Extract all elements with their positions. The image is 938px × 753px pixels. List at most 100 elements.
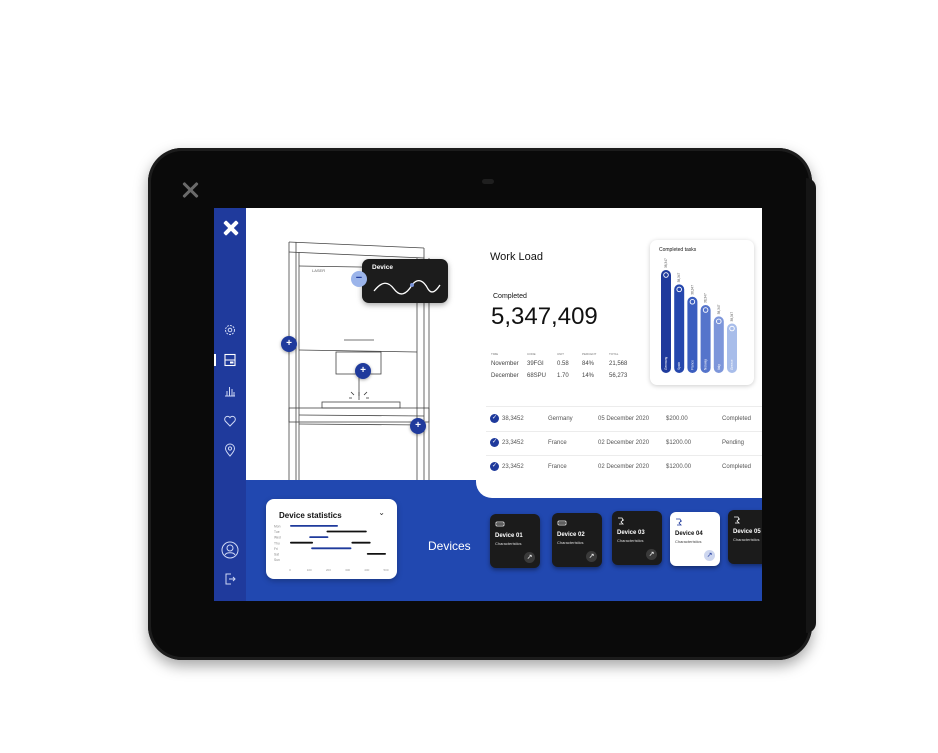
x-tick: 200	[326, 568, 331, 572]
cell: 14%	[582, 373, 595, 379]
heart-icon[interactable]	[223, 414, 237, 428]
hotspot-plus-button[interactable]: +	[410, 418, 426, 434]
bar-germany[interactable]: Germany 38,347	[661, 258, 671, 373]
device-name: Device 05	[733, 529, 761, 535]
x-tick: 0	[289, 568, 291, 572]
bar-label: Italy	[717, 364, 721, 370]
device-card[interactable]: Device 05Characteristics↗	[728, 510, 762, 564]
user-icon[interactable]	[221, 541, 239, 559]
cell-status: Completed	[722, 464, 752, 470]
day-label: Sat	[274, 553, 279, 557]
cell-amount: $1200.00	[666, 440, 692, 446]
completed-tasks-chart: Germany38,347Spain38,347France38,347Norw…	[661, 258, 737, 373]
x-tick: 100	[307, 568, 312, 572]
device-card[interactable]: Device 04 Characteristics ↗	[670, 512, 720, 566]
device-name: Device 01	[495, 533, 523, 539]
cell-date: 02 December 2020	[598, 440, 650, 446]
arrow-up-right-icon[interactable]: ↗	[646, 549, 657, 560]
cell: 0.58	[557, 361, 569, 367]
bar-norway[interactable]: Norway 38,347	[700, 293, 711, 373]
col-header: Code	[527, 352, 536, 356]
completed-tasks-card: Completed tasks Germany 38,347 Spain 38,347…	[650, 240, 754, 385]
zoom-out-button[interactable]: −	[351, 271, 367, 287]
arrow-up-right-icon[interactable]: ↗	[704, 550, 715, 561]
robot-arm-icon	[618, 517, 624, 525]
arrow-up-right-icon[interactable]: ↗	[524, 552, 535, 563]
cell-status: Completed	[722, 416, 752, 422]
bar-label: Greece	[730, 359, 734, 370]
col-header: Total	[609, 352, 619, 356]
location-pin-icon[interactable]	[223, 443, 237, 457]
bar-spain[interactable]: Spain 38,347	[674, 272, 685, 373]
cell-amount: $200.00	[666, 416, 688, 422]
devices-section-label: Devices	[428, 539, 471, 553]
day-label: Sun	[274, 558, 280, 562]
cell-id: 23,3452	[502, 440, 524, 446]
hotspot-plus-button[interactable]: +	[281, 336, 297, 352]
check-icon[interactable]: ✓	[490, 462, 499, 471]
close-icon[interactable]	[180, 180, 200, 200]
device-subtitle: Characteristics	[675, 539, 702, 544]
layout-icon[interactable]	[223, 353, 237, 367]
bar-value: 38,347	[717, 304, 721, 314]
machine-label: LASER	[312, 268, 325, 273]
device-name: Device 02	[557, 532, 585, 538]
bar-value: 38,347	[677, 272, 681, 282]
device-card[interactable]: Device 03 Characteristics ↗	[612, 511, 662, 565]
bar-france[interactable]: France 38,347	[687, 285, 698, 373]
printer-icon	[557, 520, 567, 526]
bar-label: Norway	[704, 359, 708, 370]
bar-chart-icon[interactable]	[223, 384, 237, 398]
cell-country: France	[548, 440, 567, 446]
gantt-segment	[311, 547, 352, 550]
device-card[interactable]: Device 02 Characteristics ↗	[552, 513, 602, 567]
divider	[486, 406, 762, 407]
col-header: Time	[491, 352, 499, 356]
gear-icon[interactable]	[223, 323, 237, 337]
device-statistics-title: Device statistics	[279, 511, 342, 520]
gantt-segment	[351, 541, 371, 544]
cell: 39FGI	[527, 361, 544, 367]
device-subtitle: Characteristics	[495, 541, 522, 546]
bar-label: France	[690, 360, 694, 370]
gantt-segment	[290, 541, 314, 544]
device-subtitle: Characteristics	[557, 540, 584, 545]
gantt-segment	[366, 553, 386, 555]
check-icon[interactable]: ✓	[490, 414, 499, 423]
day-label: Fri	[274, 547, 278, 551]
cell-date: 05 December 2020	[598, 416, 650, 422]
cell-country: France	[548, 464, 567, 470]
table-row[interactable]: ✓ 23,3452 France 02 December 2020 $1200.00 Pe…	[486, 432, 762, 456]
device-card[interactable]: Device 01 Characteristics ↗	[490, 514, 540, 568]
hotspot-plus-button[interactable]: +	[355, 363, 371, 379]
cell: November	[491, 361, 519, 367]
device-tooltip: Device	[362, 259, 448, 303]
x-tick: 400	[364, 568, 369, 572]
col-header: Unit	[557, 352, 564, 356]
day-label: Mon	[274, 525, 281, 529]
logout-icon[interactable]	[223, 572, 237, 586]
wave-graph	[373, 279, 441, 295]
cell-country: Germany	[548, 416, 573, 422]
bar[interactable]	[674, 284, 685, 373]
col-header: Percent	[582, 352, 597, 356]
cell: 56,273	[609, 373, 628, 379]
tablet-edge	[806, 178, 816, 633]
device-subtitle: Characteristics	[617, 538, 644, 543]
check-icon[interactable]: ✓	[490, 438, 499, 447]
device-name: Device 03	[617, 530, 645, 536]
arrow-up-right-icon[interactable]: ↗	[586, 551, 597, 562]
bar-italy[interactable]: Italy 38,347	[713, 304, 724, 373]
camera	[482, 179, 494, 184]
bar-greece[interactable]: Greece 38,347	[727, 312, 737, 373]
panel-notch	[476, 476, 762, 498]
chevron-down-icon[interactable]: ⌄	[378, 508, 385, 517]
table-row[interactable]: ✓ 38,3452 Germany 05 December 2020 $200.00 Co…	[486, 408, 762, 432]
cell-date: 02 December 2020	[598, 464, 650, 470]
cell-id: 38,3452	[502, 416, 524, 422]
logo-x-icon[interactable]	[223, 220, 239, 236]
device-subtitle: Characteristics	[733, 537, 760, 542]
bar-value: 38,347	[730, 312, 734, 322]
bar-label: Germany	[664, 356, 668, 370]
x-tick: 500	[383, 568, 388, 572]
